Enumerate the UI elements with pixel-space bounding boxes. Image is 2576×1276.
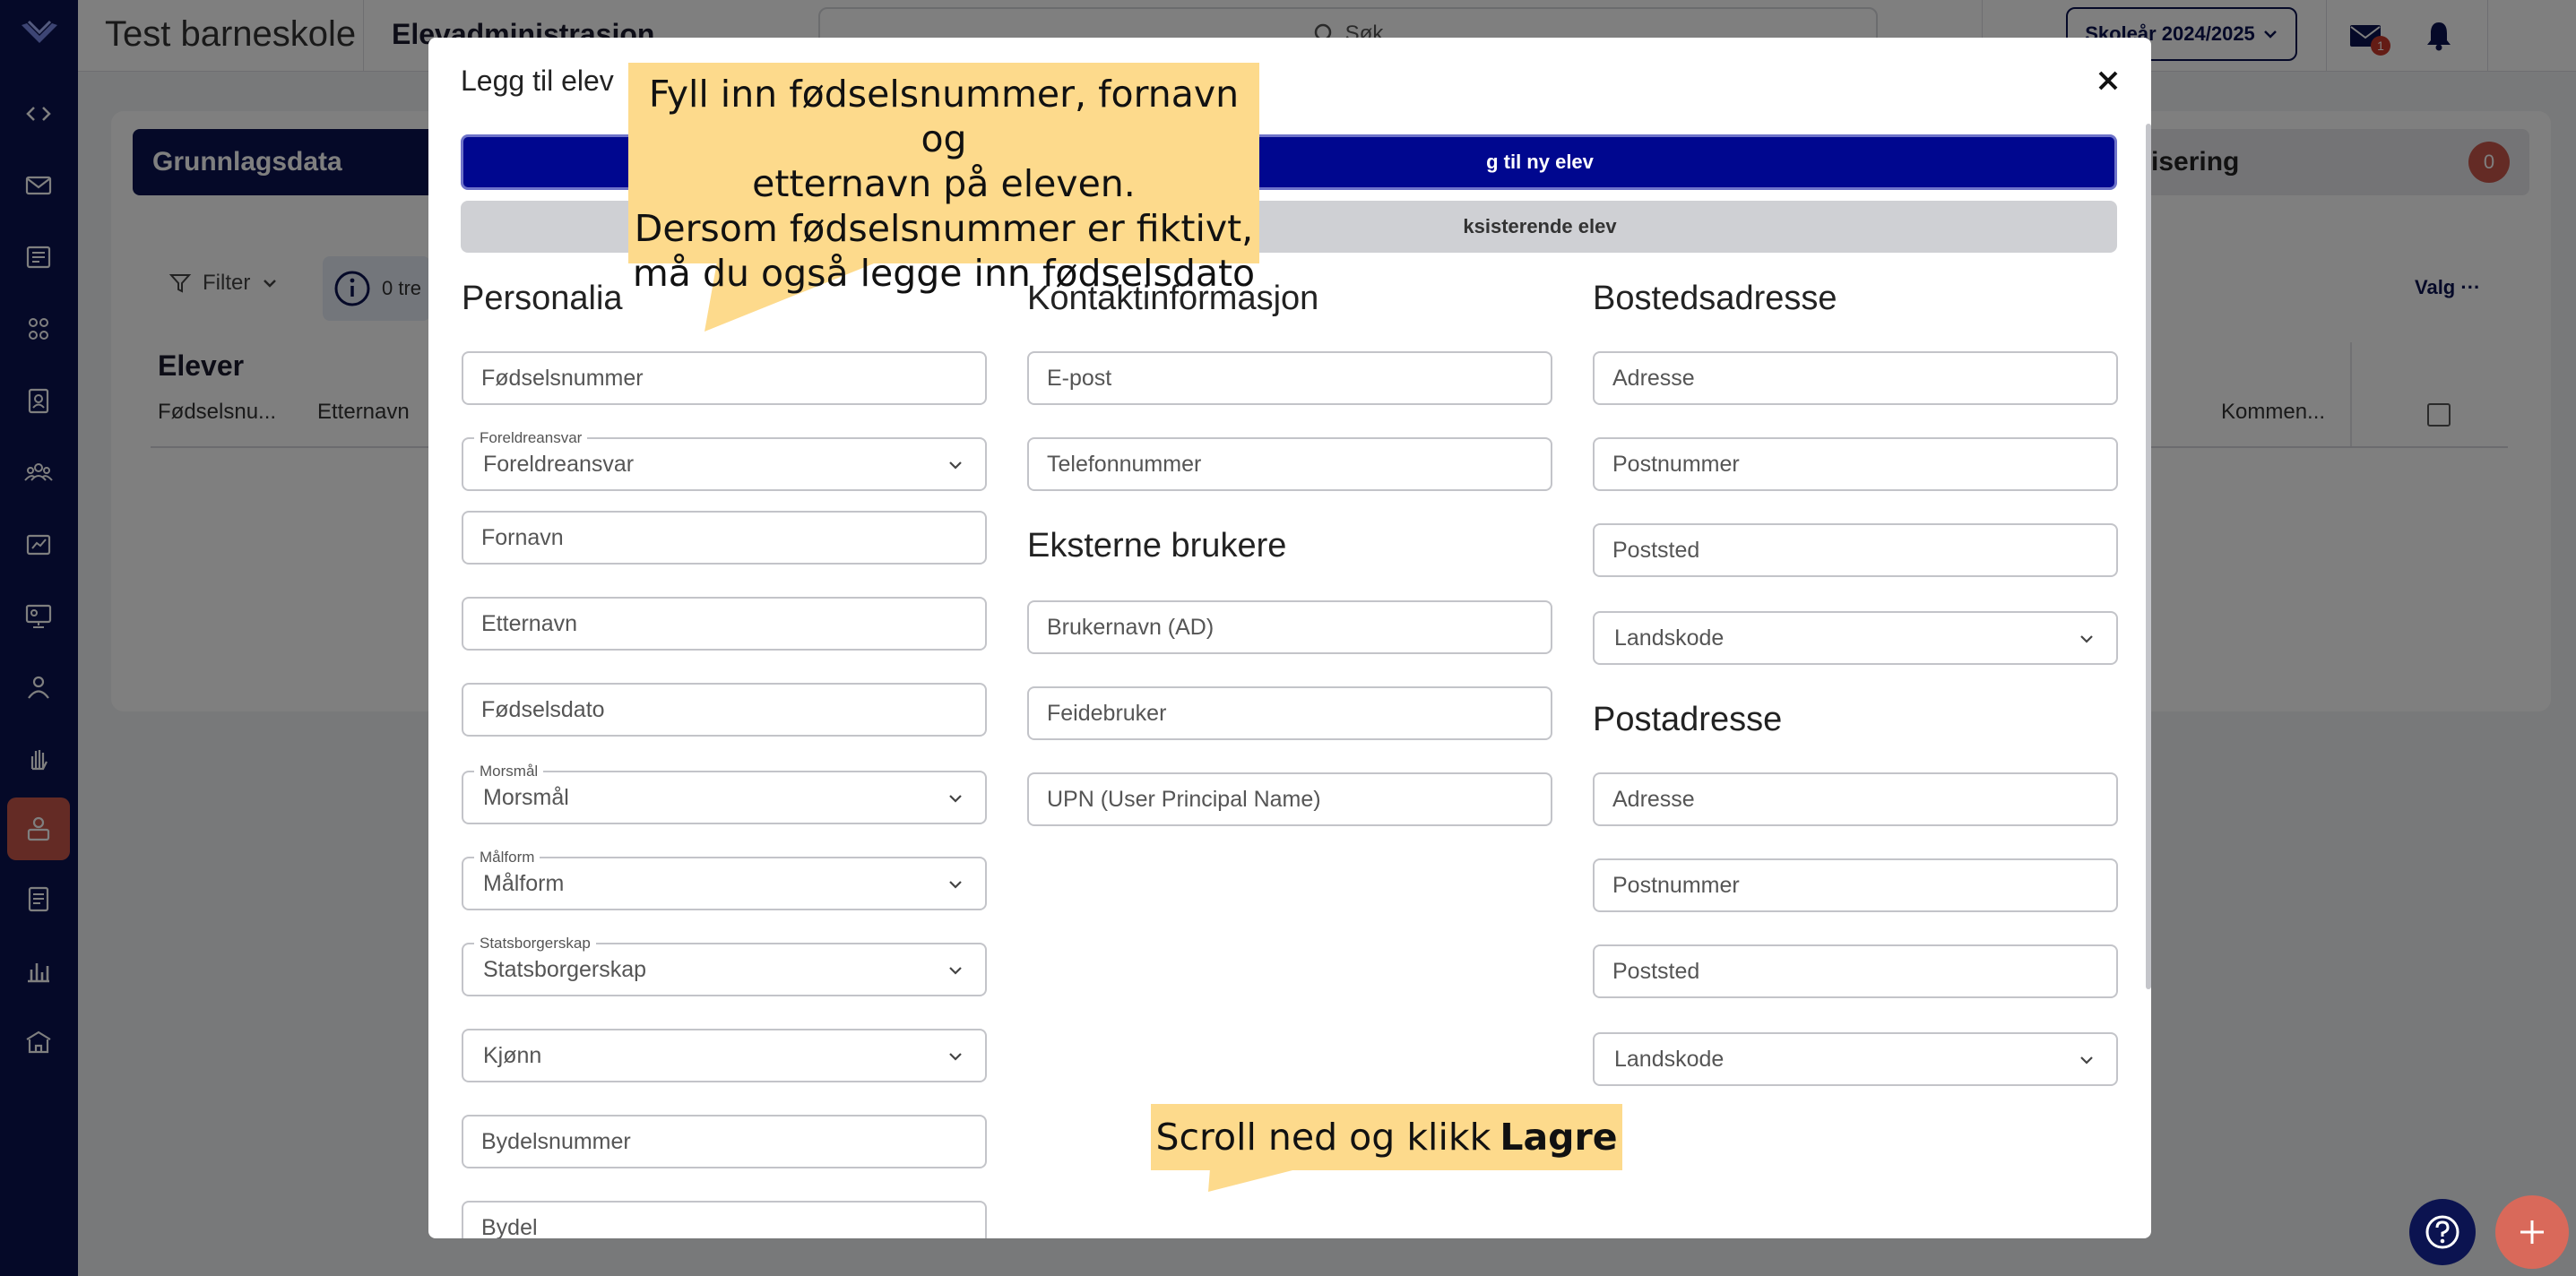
callout-line: Fyll inn fødselsnummer, fornavn og (648, 73, 1240, 160)
chevron-down-icon (949, 881, 962, 889)
chevron-down-icon (949, 967, 962, 975)
modal-scrollbar[interactable] (2146, 124, 2151, 989)
kjonn-value: Kjønn (483, 1042, 542, 1068)
fodselsdato-field[interactable]: Fødselsdato (462, 683, 987, 737)
callout-line: må du også legge inn fødselsdato (632, 252, 1256, 295)
morsmal-value: Morsmål (483, 784, 569, 810)
section-personalia: Personalia (462, 280, 623, 317)
bydel-field[interactable]: Bydel (462, 1201, 987, 1238)
epost-field[interactable]: E-post (1027, 351, 1552, 405)
morsmal-select[interactable]: Morsmål Morsmål (462, 763, 987, 824)
help-button[interactable] (2409, 1199, 2476, 1265)
post-poststed-field[interactable]: Poststed (1593, 944, 2118, 998)
telefonnummer-field[interactable]: Telefonnummer (1027, 437, 1552, 491)
chevron-down-icon (949, 1053, 962, 1061)
malform-value: Målform (483, 870, 565, 896)
bosted-postnummer-field[interactable]: Postnummer (1593, 437, 2118, 491)
callout-instructions: Fyll inn fødselsnummer, fornavn og etter… (628, 63, 1259, 295)
bydelsnummer-field[interactable]: Bydelsnummer (462, 1115, 987, 1168)
question-icon (2425, 1215, 2459, 1249)
foreldreansvar-value: Foreldreansvar (483, 451, 635, 477)
upn-field[interactable]: UPN (User Principal Name) (1027, 772, 1552, 826)
feidebruker-field[interactable]: Feidebruker (1027, 686, 1552, 740)
chevron-down-icon (2080, 635, 2093, 643)
post-adresse-field[interactable]: Adresse (1593, 772, 2118, 826)
statsborgerskap-value: Statsborgerskap (483, 956, 647, 982)
morsmal-label: Morsmål (474, 763, 544, 780)
statsborgerskap-label: Statsborgerskap (474, 935, 596, 953)
etternavn-field[interactable]: Etternavn (462, 597, 987, 651)
brukernavn-field[interactable]: Brukernavn (AD) (1027, 600, 1552, 654)
callout-scroll-save: Scroll ned og klikk Lagre (1151, 1104, 1622, 1170)
post-postnummer-field[interactable]: Postnummer (1593, 858, 2118, 912)
foreldreansvar-label: Foreldreansvar (474, 429, 588, 447)
statsborgerskap-select[interactable]: Statsborgerskap Statsborgerskap (462, 935, 987, 996)
section-postadresse: Postadresse (1593, 701, 1783, 738)
bosted-poststed-field[interactable]: Poststed (1593, 523, 2118, 577)
close-button[interactable] (2090, 63, 2126, 99)
post-landskode-value: Landskode (1614, 1046, 1725, 1072)
callout-tail (1208, 1168, 1300, 1192)
callout-text: Scroll ned og klikk (1155, 1116, 1491, 1159)
fodselsnummer-field[interactable]: Fødselsnummer (462, 351, 987, 405)
callout-line: etternavn på eleven. (752, 162, 1136, 205)
malform-label: Målform (474, 849, 540, 866)
post-landskode-select[interactable]: Landskode (1593, 1032, 2118, 1086)
chevron-down-icon (2080, 1056, 2093, 1065)
bosted-landskode-value: Landskode (1614, 625, 1725, 651)
foreldreansvar-select[interactable]: Foreldreansvar Foreldreansvar (462, 429, 987, 491)
chevron-down-icon (949, 795, 962, 803)
bosted-landskode-select[interactable]: Landskode (1593, 611, 2118, 665)
callout-bold: Lagre (1500, 1116, 1618, 1159)
section-bostedsadresse: Bostedsadresse (1593, 280, 1837, 317)
add-button[interactable] (2495, 1195, 2569, 1269)
kjonn-select[interactable]: Kjønn (462, 1029, 987, 1082)
bosted-adresse-field[interactable]: Adresse (1593, 351, 2118, 405)
plus-icon (2520, 1220, 2544, 1244)
malform-select[interactable]: Målform Målform (462, 849, 987, 910)
fornavn-field[interactable]: Fornavn (462, 511, 987, 565)
chevron-down-icon (949, 461, 962, 470)
section-eksterne-brukere: Eksterne brukere (1027, 527, 1287, 565)
callout-line: Dersom fødselsnummer er fiktivt, (634, 207, 1254, 250)
modal-title: Legg til elev (461, 65, 614, 97)
close-icon (2098, 71, 2118, 91)
